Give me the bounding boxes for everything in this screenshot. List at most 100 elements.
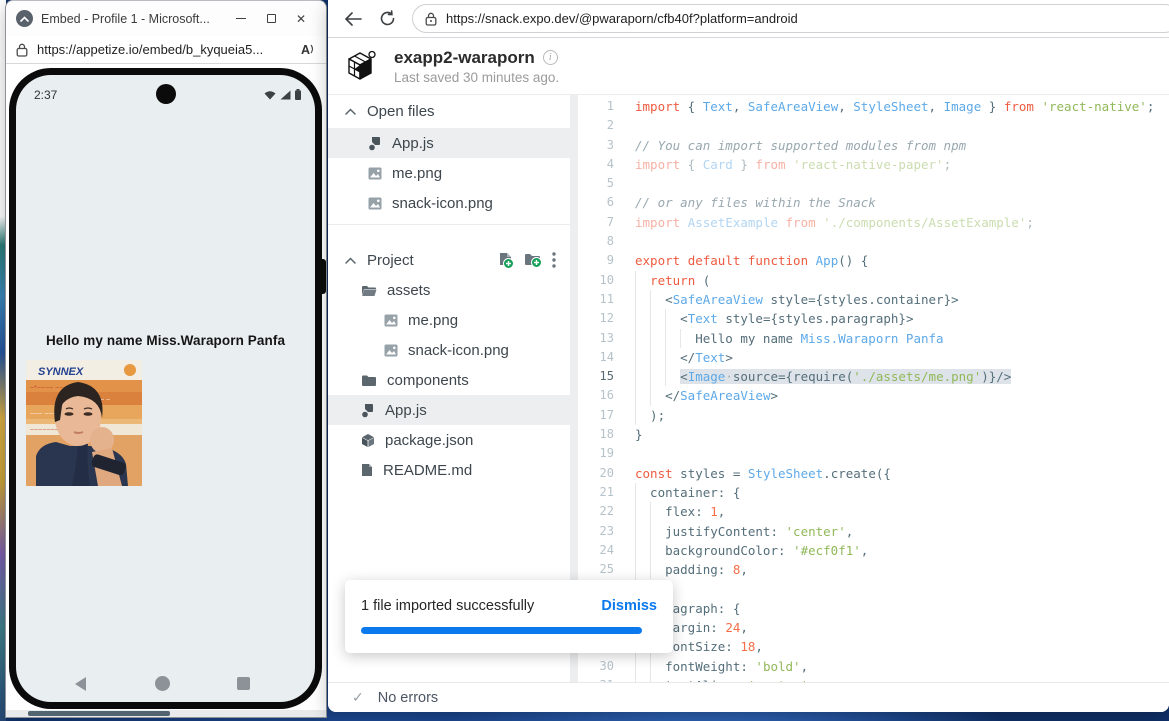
code-line-21[interactable]: 21 container: { <box>578 483 1169 502</box>
appetize-favicon-icon <box>16 10 33 27</box>
sidebar-item-app-js[interactable]: App.js <box>328 128 570 158</box>
code-text <box>635 116 1169 135</box>
project-file-tree: assets me.png snack-icon.pngcomponentsApp.… <box>328 275 570 485</box>
sidebar-item-components[interactable]: components <box>328 365 570 395</box>
code-text: padding: 8, <box>635 560 1169 579</box>
code-line-12[interactable]: 12 <Text style={styles.paragraph}> <box>578 309 1169 328</box>
code-line-22[interactable]: 22 flex: 1, <box>578 502 1169 521</box>
lock-icon[interactable] <box>16 43 28 57</box>
toast-notification: 1 file imported successfully Dismiss <box>345 580 673 653</box>
appetize-browser-window: Embed - Profile 1 - Microsoft... ✕ https… <box>5 0 327 718</box>
sidebar-item-me-png[interactable]: me.png <box>328 305 570 335</box>
status-time: 2:37 <box>34 88 57 102</box>
sidebar-item-me-png[interactable]: me.png <box>328 158 570 188</box>
code-line-8[interactable]: 8 <box>578 232 1169 251</box>
code-line-13[interactable]: 13 Hello my name Miss.Waraporn Panfa <box>578 329 1169 348</box>
code-line-5[interactable]: 5 <box>578 174 1169 193</box>
back-nav-icon[interactable] <box>75 677 86 691</box>
line-number: 11 <box>578 290 614 309</box>
status-icons <box>264 89 301 100</box>
sidebar-item-app-js[interactable]: App.js <box>328 395 570 425</box>
sidebar-item-package-json[interactable]: package.json <box>328 425 570 455</box>
phone-screen[interactable]: 2:37 Hello my name Miss.Waraporn Panfa <box>16 75 315 702</box>
dismiss-button[interactable]: Dismiss <box>601 598 657 614</box>
code-line-1[interactable]: 1import { Text, SafeAreaView, StyleSheet… <box>578 97 1169 116</box>
file-icon <box>361 463 373 477</box>
image-icon <box>368 197 382 210</box>
sidebar-item-readme-md[interactable]: README.md <box>328 455 570 485</box>
phone-power-button[interactable] <box>321 259 326 294</box>
home-nav-icon[interactable] <box>155 676 170 691</box>
sidebar-item-snack-icon-png[interactable]: snack-icon.png <box>328 335 570 365</box>
line-number: 18 <box>578 425 614 444</box>
code-text: flex: 1, <box>635 502 1169 521</box>
scrollbar-thumb[interactable] <box>28 711 170 716</box>
code-line-10[interactable]: 10 return ( <box>578 271 1169 290</box>
window-titlebar[interactable]: Embed - Profile 1 - Microsoft... ✕ <box>6 1 326 36</box>
code-line-7[interactable]: 7import AssetExample from './components/… <box>578 213 1169 232</box>
file-label: me.png <box>408 312 458 329</box>
code-text: backgroundColor: '#ecf0f1', <box>635 541 1169 560</box>
reload-button[interactable] <box>370 4 404 34</box>
code-line-9[interactable]: 9export default function App() { <box>578 251 1169 270</box>
file-label: README.md <box>383 462 472 479</box>
open-files-label: Open files <box>367 103 435 120</box>
code-text: margin: 24, <box>635 618 1169 637</box>
code-line-18[interactable]: 18} <box>578 425 1169 444</box>
recents-nav-icon[interactable] <box>237 677 250 690</box>
status-text: No errors <box>378 690 438 706</box>
new-folder-button[interactable] <box>524 252 542 268</box>
chevron-up-icon[interactable] <box>345 257 356 264</box>
lock-icon[interactable] <box>425 12 437 26</box>
back-button[interactable] <box>336 4 370 34</box>
line-number: 3 <box>578 136 614 155</box>
open-files-list: App.jsme.pngsnack-icon.png <box>328 126 570 218</box>
horizontal-scrollbar[interactable] <box>6 710 326 717</box>
address-bar[interactable]: https://appetize.io/embed/b_kyqueia5... … <box>6 36 326 64</box>
code-text: container: { <box>635 483 1169 502</box>
code-line-14[interactable]: 14 </Text> <box>578 348 1169 367</box>
info-icon[interactable]: i <box>543 50 558 65</box>
code-line-25[interactable]: 25 padding: 8, <box>578 560 1169 579</box>
code-line-23[interactable]: 23 justifyContent: 'center', <box>578 522 1169 541</box>
code-text: // You can import supported modules from… <box>635 136 1169 155</box>
new-file-button[interactable] <box>498 252 514 269</box>
snack-header: exapp2-waraporn i Last saved 30 minutes … <box>328 38 1169 95</box>
sidebar-item-assets[interactable]: assets <box>328 275 570 305</box>
address-bar[interactable]: https://snack.expo.dev/@pwaraporn/cfb40f… <box>412 4 1169 33</box>
kebab-menu-icon[interactable] <box>552 252 556 268</box>
code-line-24[interactable]: 24 backgroundColor: '#ecf0f1', <box>578 541 1169 560</box>
line-number: 15 <box>578 367 614 386</box>
code-line-2[interactable]: 2 <box>578 116 1169 135</box>
sidebar-item-snack-icon-png[interactable]: snack-icon.png <box>328 188 570 218</box>
wifi-icon <box>264 90 276 100</box>
project-section-header[interactable]: Project <box>328 245 570 275</box>
chevron-up-icon[interactable] <box>345 108 356 115</box>
code-line-31[interactable]: 31 textAlign: 'center', <box>578 676 1169 682</box>
snack-browser-window: https://snack.expo.dev/@pwaraporn/cfb40f… <box>328 0 1169 712</box>
code-line-15[interactable]: 15 <Image·source={require('./assets/me.p… <box>578 367 1169 386</box>
code-text <box>635 174 1169 193</box>
code-text: import AssetExample from './components/A… <box>635 213 1169 232</box>
minimize-button[interactable] <box>226 7 256 31</box>
line-number: 1 <box>578 97 614 116</box>
file-label: package.json <box>385 432 473 449</box>
url-text[interactable]: https://snack.expo.dev/@pwaraporn/cfb40f… <box>446 11 798 26</box>
maximize-button[interactable] <box>256 7 286 31</box>
code-line-16[interactable]: 16 </SafeAreaView> <box>578 386 1169 405</box>
code-line-3[interactable]: 3 // You can import supported modules fro… <box>578 136 1169 155</box>
open-files-section-header[interactable]: Open files <box>328 96 570 126</box>
code-line-4[interactable]: 4import { Card } from 'react-native-pape… <box>578 155 1169 174</box>
code-line-11[interactable]: 11 <SafeAreaView style={styles.container… <box>578 290 1169 309</box>
check-icon: ✓ <box>352 689 364 706</box>
read-aloud-icon[interactable]: A <box>301 43 316 57</box>
code-line-6[interactable]: 6// or any files within the Snack <box>578 193 1169 212</box>
code-line-17[interactable]: 17 ); <box>578 406 1169 425</box>
code-text: Hello my name Miss.Waraporn Panfa <box>635 329 1169 348</box>
line-number: 2 <box>578 116 614 135</box>
code-line-19[interactable]: 19 <box>578 444 1169 463</box>
close-button[interactable]: ✕ <box>286 7 316 31</box>
code-line-20[interactable]: 20const styles = StyleSheet.create({ <box>578 464 1169 483</box>
code-line-30[interactable]: 30 fontWeight: 'bold', <box>578 657 1169 676</box>
url-text[interactable]: https://appetize.io/embed/b_kyqueia5... <box>37 42 301 57</box>
